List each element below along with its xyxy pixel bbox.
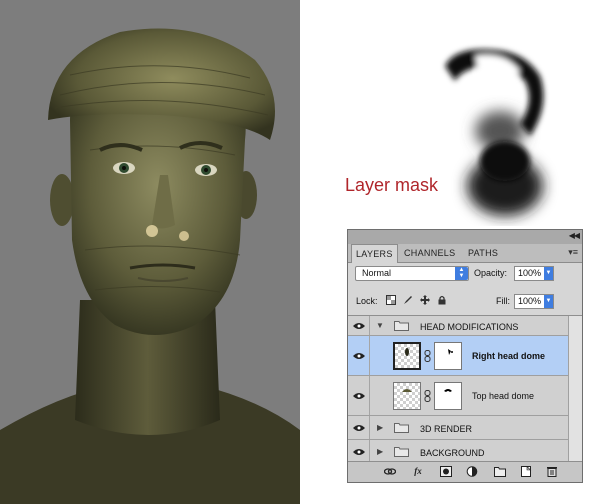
fill-value: 100%: [518, 296, 542, 306]
new-group-icon[interactable]: [494, 466, 506, 477]
layer-mask-thumbnail[interactable]: [434, 382, 462, 410]
lock-image-pixels-icon[interactable]: [403, 295, 413, 305]
new-layer-icon[interactable]: [520, 466, 532, 477]
select-arrows-icon: ▲ ▼: [455, 267, 468, 280]
visibility-toggle[interactable]: [348, 336, 370, 375]
add-mask-icon[interactable]: [440, 466, 452, 477]
layer-name: Right head dome: [472, 351, 546, 361]
panel-title-bar[interactable]: ◀◀: [348, 230, 582, 244]
opacity-dropdown-icon[interactable]: ▼: [544, 267, 553, 280]
tab-layers[interactable]: LAYERS: [351, 244, 398, 263]
blend-mode-select[interactable]: Normal ▲ ▼: [355, 266, 469, 281]
folder-icon: [394, 423, 409, 433]
layer-row-head-modifications[interactable]: ▼ HEAD MODIFICATIONS: [348, 316, 568, 336]
fill-label: Fill:: [496, 296, 510, 306]
visibility-toggle[interactable]: [348, 376, 370, 415]
collapse-triangle-icon[interactable]: ▶: [377, 423, 383, 432]
collapse-panel-icon[interactable]: ◀◀: [569, 231, 580, 240]
fx-icon[interactable]: fx: [412, 466, 424, 477]
chain-link-icon[interactable]: [424, 390, 431, 402]
layer-mask-annotation: Layer mask: [345, 175, 439, 195]
layer-mask-thumbnail[interactable]: [434, 342, 462, 370]
visibility-toggle[interactable]: [348, 316, 370, 335]
layer-row-top-head-dome[interactable]: Top head dome: [348, 376, 568, 416]
lock-all-icon[interactable]: [437, 295, 447, 305]
visibility-toggle[interactable]: [348, 416, 370, 439]
layers-scrollbar[interactable]: [568, 316, 582, 464]
render-canvas: [0, 0, 300, 504]
blend-row: Normal ▲ ▼ Opacity: 100% ▼: [348, 264, 582, 286]
layer-name: HEAD MODIFICATIONS: [420, 322, 519, 332]
collapse-triangle-icon[interactable]: ▶: [377, 447, 383, 456]
panel-tabs: LAYERS CHANNELS PATHS ▾≡: [348, 244, 582, 263]
eye-icon: [353, 323, 365, 329]
layers-panel: ◀◀ LAYERS CHANNELS PATHS ▾≡ Normal ▲ ▼ Op…: [347, 229, 583, 483]
layer-name: Top head dome: [472, 391, 535, 401]
layer-mask-preview: [425, 36, 585, 226]
layer-name: BACKGROUND: [420, 448, 485, 458]
eye-icon: [353, 449, 365, 455]
layer-thumbnail[interactable]: [393, 342, 421, 370]
fill-dropdown-icon[interactable]: ▼: [544, 295, 553, 308]
link-layers-icon[interactable]: [384, 466, 396, 477]
eye-icon: [353, 353, 365, 359]
folder-icon: [394, 321, 409, 331]
layer-row-right-head-dome[interactable]: Right head dome: [348, 336, 568, 376]
opacity-field[interactable]: 100% ▼: [514, 266, 554, 281]
panel-menu-icon[interactable]: ▾≡: [568, 247, 578, 258]
tab-channels[interactable]: CHANNELS: [400, 244, 459, 262]
opacity-value: 100%: [518, 268, 542, 278]
layers-list: ▼ HEAD MODIFICATIONS Right head dome Top…: [348, 315, 582, 464]
layer-thumbnail[interactable]: [393, 382, 421, 410]
fill-field[interactable]: 100% ▼: [514, 294, 554, 309]
eye-icon: [353, 425, 365, 431]
layer-name: 3D RENDER: [420, 424, 473, 434]
trash-icon[interactable]: [546, 466, 558, 477]
expand-triangle-icon[interactable]: ▼: [376, 321, 384, 330]
lock-transparent-pixels-icon[interactable]: [386, 295, 396, 305]
lock-position-icon[interactable]: [420, 295, 430, 305]
lock-row: Lock: Fill: 100% ▼: [348, 292, 582, 312]
folder-icon: [394, 447, 409, 457]
panel-bottom-bar: fx: [348, 461, 582, 482]
eye-icon: [353, 393, 365, 399]
chain-link-icon[interactable]: [424, 350, 431, 362]
blend-mode-value: Normal: [362, 268, 392, 278]
lock-label: Lock:: [356, 296, 378, 306]
visibility-toggle[interactable]: [348, 440, 370, 463]
opacity-label: Opacity:: [474, 268, 508, 278]
tab-paths[interactable]: PATHS: [464, 244, 502, 262]
head-render-illustration: [0, 0, 300, 504]
layer-row-3d-render[interactable]: ▶ 3D RENDER: [348, 416, 568, 440]
adjustment-icon[interactable]: [466, 466, 478, 477]
